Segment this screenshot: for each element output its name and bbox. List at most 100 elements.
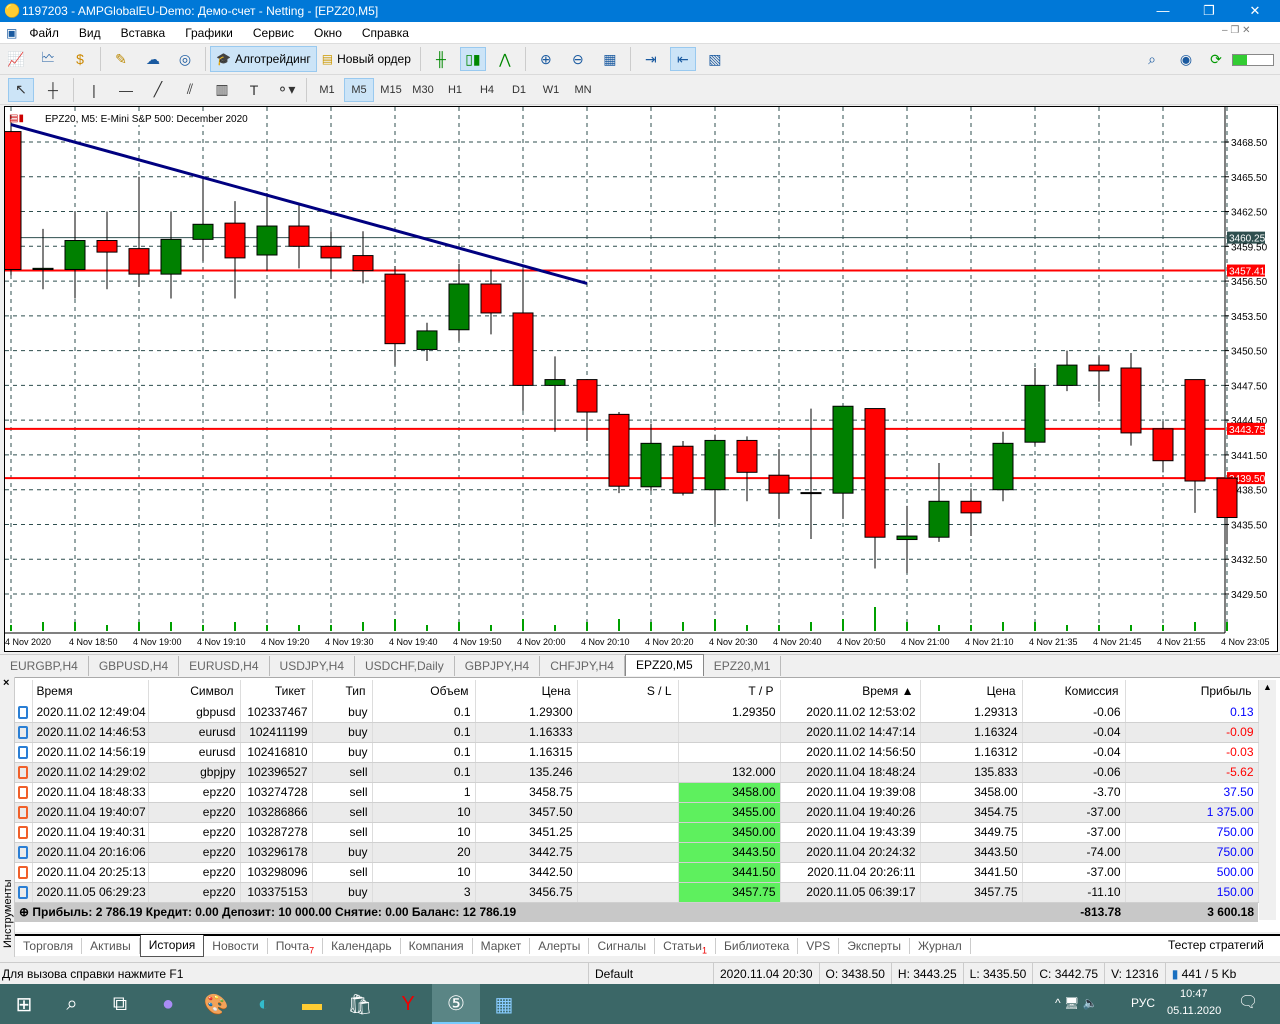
- table-row[interactable]: 2020.11.02 14:29:02 gbpjpy 102396527 sell 0.…: [15, 762, 1259, 783]
- expand-icon[interactable]: ⊕: [19, 905, 29, 919]
- new-order-button[interactable]: ▤ Новый ордер: [317, 46, 416, 72]
- chart-tab[interactable]: GBPUSD,H4: [89, 656, 180, 676]
- lvl-icon[interactable]: ⟳: [1203, 47, 1229, 71]
- chart-canvas[interactable]: 3468.503465.503462.503459.503456.503453.…: [5, 107, 1277, 651]
- zoom-in-icon[interactable]: ⊕: [533, 47, 559, 71]
- chart-shift-icon[interactable]: ⇥: [638, 47, 664, 71]
- table-scrollbar[interactable]: ▲: [1259, 680, 1276, 920]
- column-header[interactable]: Тикет: [240, 680, 313, 702]
- shapes-icon[interactable]: ⚬▾: [273, 78, 299, 102]
- text-icon[interactable]: T: [241, 78, 267, 102]
- toolbox-tab[interactable]: Библиотека: [716, 938, 799, 954]
- menu-charts[interactable]: Графики: [185, 26, 233, 40]
- candlestick-icon[interactable]: ▯▮: [459, 47, 486, 71]
- toolbox-close-button[interactable]: ×: [3, 677, 9, 689]
- timeframe-mn[interactable]: MN: [568, 78, 598, 102]
- task-view-icon[interactable]: ⧉: [96, 984, 144, 1024]
- menu-insert[interactable]: Вставка: [121, 26, 166, 40]
- line-chart-icon[interactable]: ⋀: [492, 47, 518, 71]
- table-row[interactable]: 2020.11.02 12:49:04 gbpusd 102337467 buy 0.1…: [15, 702, 1259, 723]
- alice-icon[interactable]: ●: [144, 984, 192, 1024]
- scroll-up-icon[interactable]: ▲: [1263, 682, 1272, 692]
- clock-time[interactable]: 10:47: [1180, 988, 1208, 1000]
- toolbox-tab[interactable]: Журнал: [910, 938, 971, 954]
- timeframe-h4[interactable]: H4: [472, 78, 502, 102]
- chart-tab[interactable]: USDCHF,Daily: [355, 656, 455, 676]
- edge-icon[interactable]: ◐: [240, 984, 288, 1024]
- table-row[interactable]: 2020.11.04 20:25:13 epz20 103298096 sell 10 3…: [15, 862, 1259, 883]
- column-header[interactable]: Время: [32, 680, 149, 702]
- menu-help[interactable]: Справка: [362, 26, 409, 40]
- minimize-button[interactable]: —: [1140, 0, 1186, 22]
- restore-button[interactable]: ❐: [1186, 0, 1232, 22]
- chart-window-icon[interactable]: ▣: [6, 26, 17, 40]
- table-row[interactable]: 2020.11.04 18:48:33 epz20 103274728 sell 1 34…: [15, 782, 1259, 803]
- fibonacci-icon[interactable]: ▥: [209, 78, 235, 102]
- chart-tab[interactable]: EPZ20,M1: [704, 656, 782, 676]
- strategy-tester-tab[interactable]: Тестер стратегий: [1168, 938, 1264, 952]
- chart-tab[interactable]: EPZ20,M5: [624, 654, 704, 676]
- zoom-out-icon[interactable]: ⊖: [565, 47, 591, 71]
- search-icon[interactable]: ⌕: [1139, 47, 1165, 71]
- table-row[interactable]: 2020.11.04 19:40:31 epz20 103287278 sell 10 3…: [15, 822, 1259, 843]
- chart-tab[interactable]: GBPJPY,H4: [455, 656, 541, 676]
- toolbox-tab[interactable]: Почта7: [268, 938, 324, 955]
- toolbox-tab[interactable]: Статьи1: [655, 938, 717, 955]
- toolbox-tab[interactable]: Эксперты: [839, 938, 911, 954]
- store-icon[interactable]: 🛍: [336, 984, 384, 1024]
- signals-icon[interactable]: ◎: [172, 47, 198, 71]
- calculator-icon[interactable]: ▦: [480, 984, 528, 1024]
- crosshair-icon[interactable]: ┼: [40, 78, 66, 102]
- account-icon[interactable]: ◉: [1173, 47, 1199, 71]
- tile-windows-icon[interactable]: ▦: [597, 47, 623, 71]
- language-indicator[interactable]: РУС: [1131, 996, 1155, 1010]
- trendline-icon[interactable]: ╱: [145, 78, 171, 102]
- autoscroll-icon[interactable]: ⇤: [669, 47, 696, 71]
- column-header[interactable]: Объем: [372, 680, 476, 702]
- toolbox-tab[interactable]: Сигналы: [589, 938, 656, 954]
- table-row[interactable]: 2020.11.05 06:29:23 epz20 103375153 buy 3 345…: [15, 882, 1259, 903]
- algo-trading-button[interactable]: 🎓 Алготрейдинг: [210, 46, 317, 72]
- column-header[interactable]: S / L: [577, 680, 679, 702]
- notifications-icon[interactable]: 🗨: [1238, 992, 1258, 1012]
- mdi-window-controls[interactable]: – ❐ ✕: [1222, 25, 1250, 36]
- new-chart-icon[interactable]: 📈: [3, 47, 29, 71]
- chart-tab[interactable]: EURUSD,H4: [179, 656, 270, 676]
- column-header[interactable]: Тип: [312, 680, 373, 702]
- chart-tab[interactable]: EURGBP,H4: [0, 656, 89, 676]
- templates-icon[interactable]: ▧: [702, 47, 728, 71]
- search-taskbar-icon[interactable]: ⌕: [48, 984, 96, 1024]
- cursor-icon[interactable]: ↖: [8, 77, 34, 102]
- tray-icons[interactable]: ^ 🖥 🔈: [1055, 996, 1097, 1010]
- toolbox-tab[interactable]: Компания: [401, 938, 473, 954]
- timeframe-h1[interactable]: H1: [440, 78, 470, 102]
- timeframe-m5[interactable]: M5: [344, 77, 374, 102]
- elliott-icon[interactable]: ⫽: [177, 78, 203, 102]
- column-header[interactable]: Комиссия: [1022, 680, 1126, 702]
- table-row[interactable]: 2020.11.02 14:46:53 eurusd 102411199 buy 0.1…: [15, 722, 1259, 743]
- cloud-icon[interactable]: ☁: [140, 47, 166, 71]
- metaeditor-icon[interactable]: ✎: [108, 47, 134, 71]
- yandex-browser-icon[interactable]: Y: [384, 984, 432, 1024]
- chart-tab[interactable]: USDJPY,H4: [270, 656, 356, 676]
- toolbox-tab[interactable]: История: [139, 935, 205, 957]
- toolbox-tab[interactable]: Календарь: [323, 938, 401, 954]
- timeframe-m1[interactable]: M1: [312, 78, 342, 102]
- menu-tools[interactable]: Сервис: [253, 26, 294, 40]
- market-watch-icon[interactable]: $: [67, 47, 93, 71]
- toolbox-tab[interactable]: Новости: [204, 938, 268, 954]
- timeframe-d1[interactable]: D1: [504, 78, 534, 102]
- start-icon[interactable]: ⊞: [0, 984, 48, 1024]
- paint-icon[interactable]: 🎨: [192, 984, 240, 1024]
- status-profile[interactable]: Default: [588, 962, 713, 985]
- metatrader-icon[interactable]: ⑤: [432, 984, 480, 1024]
- column-header[interactable]: T / P: [678, 680, 781, 702]
- column-header[interactable]: Цена: [475, 680, 578, 702]
- toolbox-tab[interactable]: Активы: [82, 938, 140, 954]
- column-header[interactable]: Цена: [920, 680, 1023, 702]
- timeframe-m30[interactable]: M30: [408, 78, 438, 102]
- toolbox-tab[interactable]: Алерты: [530, 938, 590, 954]
- price-chart[interactable]: 3468.50 3465.50 3462.50 3459.50 3456.50 3453.…: [4, 106, 1278, 652]
- vertical-line-icon[interactable]: |: [81, 78, 107, 102]
- close-button[interactable]: ✕: [1232, 0, 1278, 22]
